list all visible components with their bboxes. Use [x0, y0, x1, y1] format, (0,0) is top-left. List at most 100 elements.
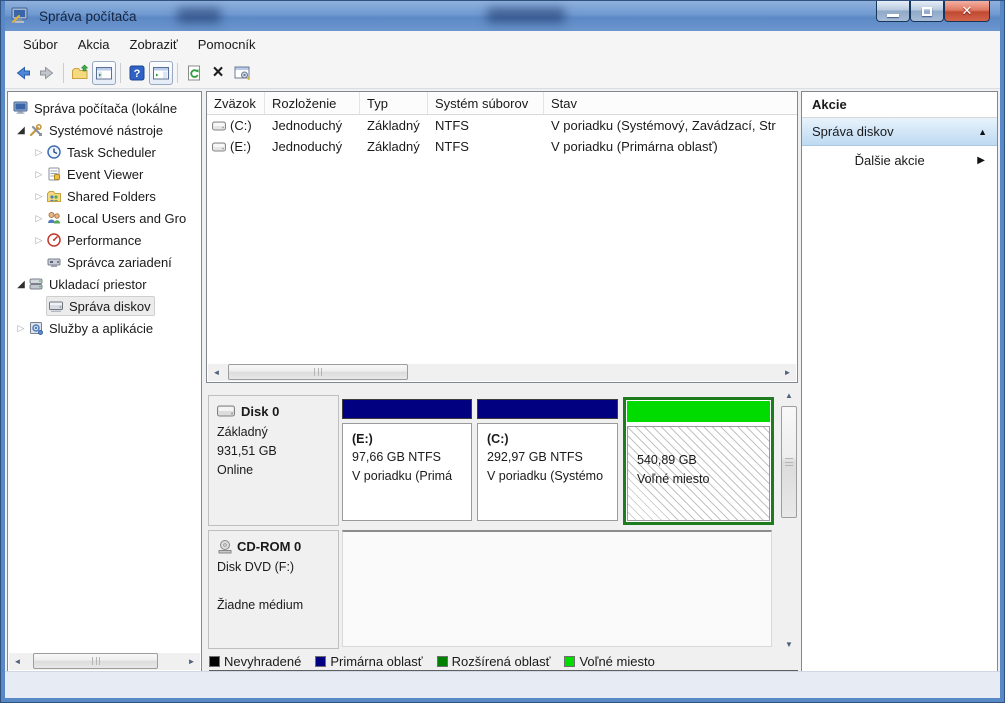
tree-item-computer-management-root[interactable]: Správa počítača (lokálne [8, 97, 201, 119]
more-actions-item[interactable]: Ďalšie akcie ▶ [802, 146, 997, 174]
expanded-arrow-icon[interactable]: ◢ [14, 279, 28, 290]
computer-management-app-icon [11, 7, 28, 24]
volume-type: Základný [367, 118, 420, 133]
menu-help[interactable]: Pomocník [188, 33, 266, 56]
console-tree-panel: Správa počítača (lokálne ◢ Systémové nás… [7, 91, 202, 672]
scroll-left-arrow[interactable]: ◄ [9, 653, 26, 670]
column-header-type[interactable]: Typ [360, 92, 428, 114]
actions-panel: Akcie Správa diskov ▲ Ďalšie akcie ▶ [801, 91, 998, 672]
collapsed-arrow-icon[interactable]: ▷ [32, 213, 46, 224]
tree-item-device-manager[interactable]: Správca zariadení [8, 251, 201, 273]
system-tools-icon [28, 122, 45, 138]
partition-c[interactable]: (C:) 292,97 GB NTFS V poriadku (Systémo [477, 399, 618, 521]
partition-e[interactable]: (E:) 97,66 GB NTFS V poriadku (Primá [342, 399, 472, 521]
collapsed-arrow-icon[interactable]: ▷ [32, 191, 46, 202]
tree-item-label: Task Scheduler [67, 144, 156, 160]
delete-button[interactable]: × [206, 61, 230, 85]
scroll-left-arrow[interactable]: ◄ [208, 364, 225, 381]
scroll-right-arrow[interactable]: ► [183, 653, 200, 670]
show-action-pane-button[interactable] [149, 61, 173, 85]
forward-arrow-icon [40, 66, 54, 80]
export-list-button[interactable] [68, 61, 92, 85]
scroll-right-arrow[interactable]: ► [779, 364, 796, 381]
minimize-button[interactable] [876, 1, 910, 22]
cdrom-info-cell[interactable]: CD-ROM 0 Disk DVD (F:) Žiadne médium [208, 530, 339, 649]
scrollbar-thumb[interactable] [781, 406, 797, 518]
volume-status: V poriadku (Systémový, Zavádzací, Str [551, 118, 776, 133]
tree-item-label: Shared Folders [67, 188, 156, 204]
tree-item-storage[interactable]: ◢ Ukladací priestor [8, 273, 201, 295]
tree-item-local-users-groups[interactable]: ▷ Local Users and Gro [8, 207, 201, 229]
scrollbar-thumb[interactable] [228, 364, 408, 380]
cdrom-name: CD-ROM 0 [237, 539, 302, 554]
scroll-down-arrow[interactable]: ▼ [780, 636, 798, 653]
volume-list-horizontal-scrollbar[interactable]: ◄ ► [208, 364, 796, 381]
free-space-swatch-icon [564, 656, 576, 667]
collapse-group-icon[interactable]: ▲ [978, 127, 987, 137]
toolbar-separator [177, 63, 178, 83]
tree-item-event-viewer[interactable]: ▷ Event Viewer [8, 163, 201, 185]
column-header-filesystem[interactable]: Systém súborov [428, 92, 544, 114]
users-icon [46, 210, 63, 226]
window-title: Správa počítača [39, 8, 137, 24]
graph-vertical-scrollbar[interactable]: ▲ ▼ [780, 387, 798, 653]
column-header-volume[interactable]: Zväzok [207, 92, 265, 114]
collapsed-arrow-icon[interactable]: ▷ [32, 169, 46, 180]
actions-group-disk-management[interactable]: Správa diskov ▲ [802, 118, 997, 146]
tree-item-shared-folders[interactable]: ▷ Shared Folders [8, 185, 201, 207]
free-space-label: Voľné miesto [637, 472, 710, 486]
show-console-tree-button[interactable] [92, 61, 116, 85]
action-pane-icon [153, 67, 169, 80]
collapsed-arrow-icon[interactable]: ▷ [14, 323, 28, 334]
free-space-color-bar [627, 401, 770, 422]
scroll-up-arrow[interactable]: ▲ [780, 387, 798, 404]
expanded-arrow-icon[interactable]: ◢ [14, 125, 28, 136]
tree-item-system-tools[interactable]: ◢ Systémové nástroje [8, 119, 201, 141]
refresh-icon [188, 65, 200, 81]
volume-row-e[interactable]: (E:) Jednoduchý Základný NTFS V poriadku… [207, 136, 797, 157]
menu-view[interactable]: Zobraziť [120, 33, 188, 56]
tree-item-label: Správa počítača (lokálne [34, 100, 178, 116]
legend-item-extended-partition: Rozšírená oblasť [436, 654, 550, 669]
volume-layout: Jednoduchý [272, 139, 343, 154]
volume-filesystem: NTFS [435, 139, 469, 154]
tree-item-label: Performance [67, 232, 142, 248]
disk-status: Online [217, 463, 254, 477]
close-button[interactable]: ✕ [944, 1, 990, 22]
event-viewer-icon [46, 166, 63, 182]
tree-item-task-scheduler[interactable]: ▷ Task Scheduler [8, 141, 201, 163]
title-bar[interactable]: Správa počítača ✕ [5, 1, 1000, 31]
column-header-layout[interactable]: Rozloženie [265, 92, 360, 114]
tree-item-label: Systémové nástroje [49, 122, 164, 138]
collapsed-arrow-icon[interactable]: ▷ [32, 147, 46, 158]
cdrom-icon [218, 540, 232, 554]
properties-button[interactable] [230, 61, 254, 85]
free-space-region-selected[interactable]: 540,89 GB Voľné miesto [623, 397, 774, 525]
scrollbar-thumb[interactable] [33, 653, 158, 669]
partition-size: 97,66 GB NTFS [352, 450, 441, 464]
tree-item-label: Event Viewer [67, 166, 144, 182]
disk-name: Disk 0 [241, 404, 280, 419]
back-arrow-icon [16, 66, 30, 80]
menu-action[interactable]: Akcia [68, 33, 120, 56]
disk-type: Základný [217, 425, 268, 439]
maximize-button[interactable] [910, 1, 944, 22]
menu-file[interactable]: Súbor [13, 33, 68, 56]
collapsed-arrow-icon[interactable]: ▷ [32, 235, 46, 246]
cdrom-media-area[interactable] [342, 530, 772, 647]
disk0-info-cell[interactable]: Disk 0 Základný 931,51 GB Online [208, 395, 339, 526]
column-header-status[interactable]: Stav [544, 92, 797, 114]
refresh-button[interactable] [182, 61, 206, 85]
back-button[interactable] [11, 61, 35, 85]
help-button[interactable]: ? [125, 61, 149, 85]
legend-item-primary-partition: Primárna oblasť [315, 654, 423, 669]
partition-name [637, 435, 769, 453]
tree-item-label: Ukladací priestor [49, 276, 147, 292]
tree-item-disk-management[interactable]: Správa diskov [8, 295, 201, 317]
tree-horizontal-scrollbar[interactable]: ◄ ► [9, 653, 200, 670]
volume-row-c[interactable]: (C:) Jednoduchý Základný NTFS V poriadku… [207, 115, 797, 136]
tree-item-services-applications[interactable]: ▷ Služby a aplikácie [8, 317, 201, 339]
toolbar-separator [63, 63, 64, 83]
forward-button[interactable] [35, 61, 59, 85]
tree-item-performance[interactable]: ▷ Performance [8, 229, 201, 251]
